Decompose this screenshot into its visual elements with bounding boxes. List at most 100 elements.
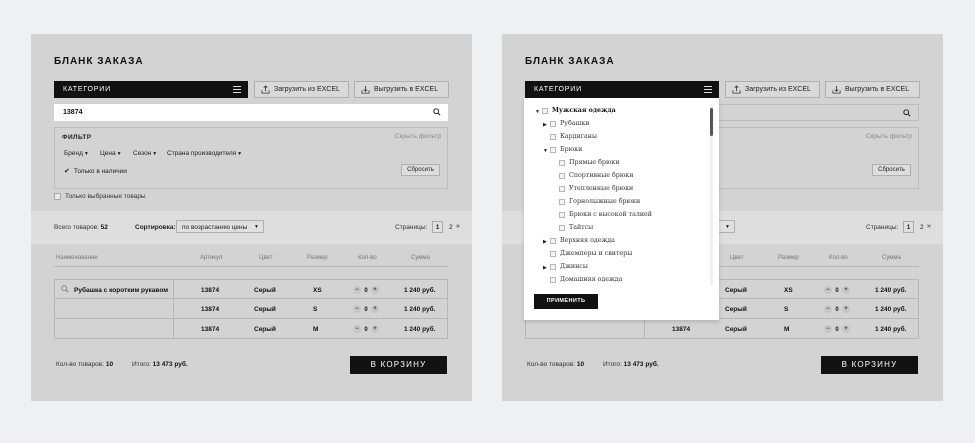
scrollbar-thumb[interactable] <box>710 108 713 136</box>
quantity-value[interactable]: 0 <box>832 288 842 294</box>
checkbox-box[interactable] <box>559 159 565 166</box>
tree-item[interactable]: Горнолыжные брюки <box>559 198 640 205</box>
page-2-link[interactable]: 2 <box>920 224 924 231</box>
plus-button[interactable]: + <box>842 286 850 294</box>
expand-arrow-icon[interactable]: ▶ <box>543 265 547 271</box>
tree-item[interactable]: Брюки с высокой талией <box>559 211 652 218</box>
minus-button[interactable]: − <box>824 325 832 333</box>
quantity-stepper[interactable]: −0 + <box>824 286 850 294</box>
tree-item[interactable]: Верхняя одежда <box>550 237 615 244</box>
download-excel-button[interactable]: Выгрузить в EXCEL <box>354 81 449 98</box>
categories-button[interactable]: КАТЕГОРИИ <box>54 81 248 98</box>
total-products: Всего товаров: 52 <box>54 224 108 231</box>
checkbox-box[interactable] <box>550 120 556 127</box>
categories-button[interactable]: КАТЕГОРИИ <box>525 81 719 98</box>
collapse-arrow-icon[interactable]: ▼ <box>535 109 540 115</box>
quantity-stepper[interactable]: −0 + <box>353 325 379 333</box>
checkbox-box[interactable] <box>550 263 556 270</box>
checkbox-box[interactable] <box>559 198 565 205</box>
tree-item[interactable]: Утепленные брюки <box>559 185 633 192</box>
tree-item[interactable]: Кардиганы <box>550 133 597 140</box>
quantity-value[interactable]: 0 <box>832 327 842 333</box>
plus-button[interactable]: + <box>842 305 850 313</box>
only-selected-checkbox[interactable]: Только выбранные товары <box>54 193 146 200</box>
minus-button[interactable]: − <box>353 325 361 333</box>
search-icon[interactable] <box>433 108 441 116</box>
tree-item[interactable]: Домашняя одежда <box>550 276 622 283</box>
reset-button[interactable]: Сбросить <box>872 164 911 176</box>
tree-item[interactable]: Джинсы <box>550 263 588 270</box>
quantity-stepper[interactable]: −0 + <box>824 325 850 333</box>
quantity-value[interactable]: 0 <box>361 288 371 294</box>
categories-label: КАТЕГОРИИ <box>534 86 582 93</box>
plus-button[interactable]: + <box>371 325 379 333</box>
checkbox-box[interactable] <box>559 224 565 231</box>
hide-filter-link[interactable]: Скрыть фильтр <box>866 133 912 140</box>
plus-button[interactable]: + <box>371 305 379 313</box>
checkbox-box[interactable] <box>559 172 565 179</box>
next-page-link[interactable]: » <box>456 223 460 230</box>
page-2-link[interactable]: 2 <box>449 224 453 231</box>
quantity-value[interactable]: 0 <box>832 307 842 313</box>
tree-item[interactable]: Прямые брюки <box>559 159 620 166</box>
filter-brand-dropdown[interactable]: Бренд▼ <box>64 150 89 157</box>
quantity-stepper[interactable]: −0 + <box>824 305 850 313</box>
checkbox-box[interactable] <box>559 185 565 192</box>
search-icon[interactable] <box>61 285 69 293</box>
quantity-value[interactable]: 0 <box>361 327 371 333</box>
collapse-arrow-icon[interactable]: ▼ <box>543 148 548 154</box>
col-size: Размер <box>307 255 328 261</box>
tree-item[interactable]: Мужская одежда <box>542 107 616 114</box>
sort-select[interactable]: по возрастанию цены ▼ <box>176 220 264 233</box>
tree-item[interactable]: Рубашки <box>550 120 589 127</box>
minus-button[interactable]: − <box>353 305 361 313</box>
tree-item[interactable]: Джемперы и свитеры <box>550 250 632 257</box>
reset-button[interactable]: Сбросить <box>401 164 440 176</box>
filter-season-dropdown[interactable]: Сезон▼ <box>133 150 157 157</box>
page-1-button[interactable]: 1 <box>903 221 914 233</box>
plus-button[interactable]: + <box>842 325 850 333</box>
upload-excel-button[interactable]: Загрузить из EXCEL <box>725 81 820 98</box>
expand-arrow-icon[interactable]: ▶ <box>543 239 547 245</box>
tree-item[interactable]: Брюки <box>550 146 582 153</box>
add-to-cart-button[interactable]: В КОРЗИНУ <box>821 356 918 374</box>
checkbox-box[interactable] <box>542 107 548 114</box>
minus-button[interactable]: − <box>824 286 832 294</box>
download-excel-button[interactable]: Выгрузить в EXCEL <box>825 81 920 98</box>
filter-country-dropdown[interactable]: Страна производителя▼ <box>167 150 242 157</box>
hide-filter-link[interactable]: Скрыть фильтр <box>395 133 441 140</box>
tree-item-label: Горнолыжные брюки <box>569 198 641 205</box>
checkbox-box[interactable] <box>550 133 556 140</box>
add-to-cart-button[interactable]: В КОРЗИНУ <box>350 356 447 374</box>
expand-arrow-icon[interactable]: ▶ <box>543 122 547 128</box>
checkbox-box[interactable] <box>550 146 556 153</box>
article: 13874 <box>672 326 691 333</box>
checkbox-box[interactable] <box>550 276 556 283</box>
items-count-value: 10 <box>576 361 585 368</box>
size: M <box>784 326 790 333</box>
apply-button[interactable]: ПРИМЕНИТЬ <box>534 294 598 309</box>
row-sum: 1 240 руб. <box>404 287 436 294</box>
checkbox-box[interactable] <box>559 211 565 218</box>
search-icon[interactable] <box>903 109 911 117</box>
minus-button[interactable]: − <box>353 286 361 294</box>
items-count: Кол-во товаров: 10 <box>527 361 584 368</box>
checkbox-box[interactable] <box>54 193 61 200</box>
tree-item[interactable]: Тайтсы <box>559 224 593 231</box>
in-stock-checkbox[interactable]: ✔ Только в наличии <box>64 167 127 175</box>
upload-excel-button[interactable]: Загрузить из EXCEL <box>254 81 349 98</box>
search-input[interactable]: 13874 <box>54 104 448 121</box>
checkbox-box[interactable] <box>550 250 556 257</box>
tree-item[interactable]: Спортивные брюки <box>559 172 633 179</box>
plus-button[interactable]: + <box>371 286 379 294</box>
quantity-stepper[interactable]: −0 + <box>353 305 379 313</box>
minus-button[interactable]: − <box>824 305 832 313</box>
row-sum: 1 240 руб. <box>404 306 436 313</box>
quantity-value[interactable]: 0 <box>361 307 371 313</box>
quantity-stepper[interactable]: −0 + <box>353 286 379 294</box>
next-page-link[interactable]: » <box>927 223 931 230</box>
filter-price-dropdown[interactable]: Цена▼ <box>100 150 122 157</box>
checkbox-box[interactable] <box>550 237 556 244</box>
page-1-button[interactable]: 1 <box>432 221 443 233</box>
column-divider <box>173 319 174 338</box>
